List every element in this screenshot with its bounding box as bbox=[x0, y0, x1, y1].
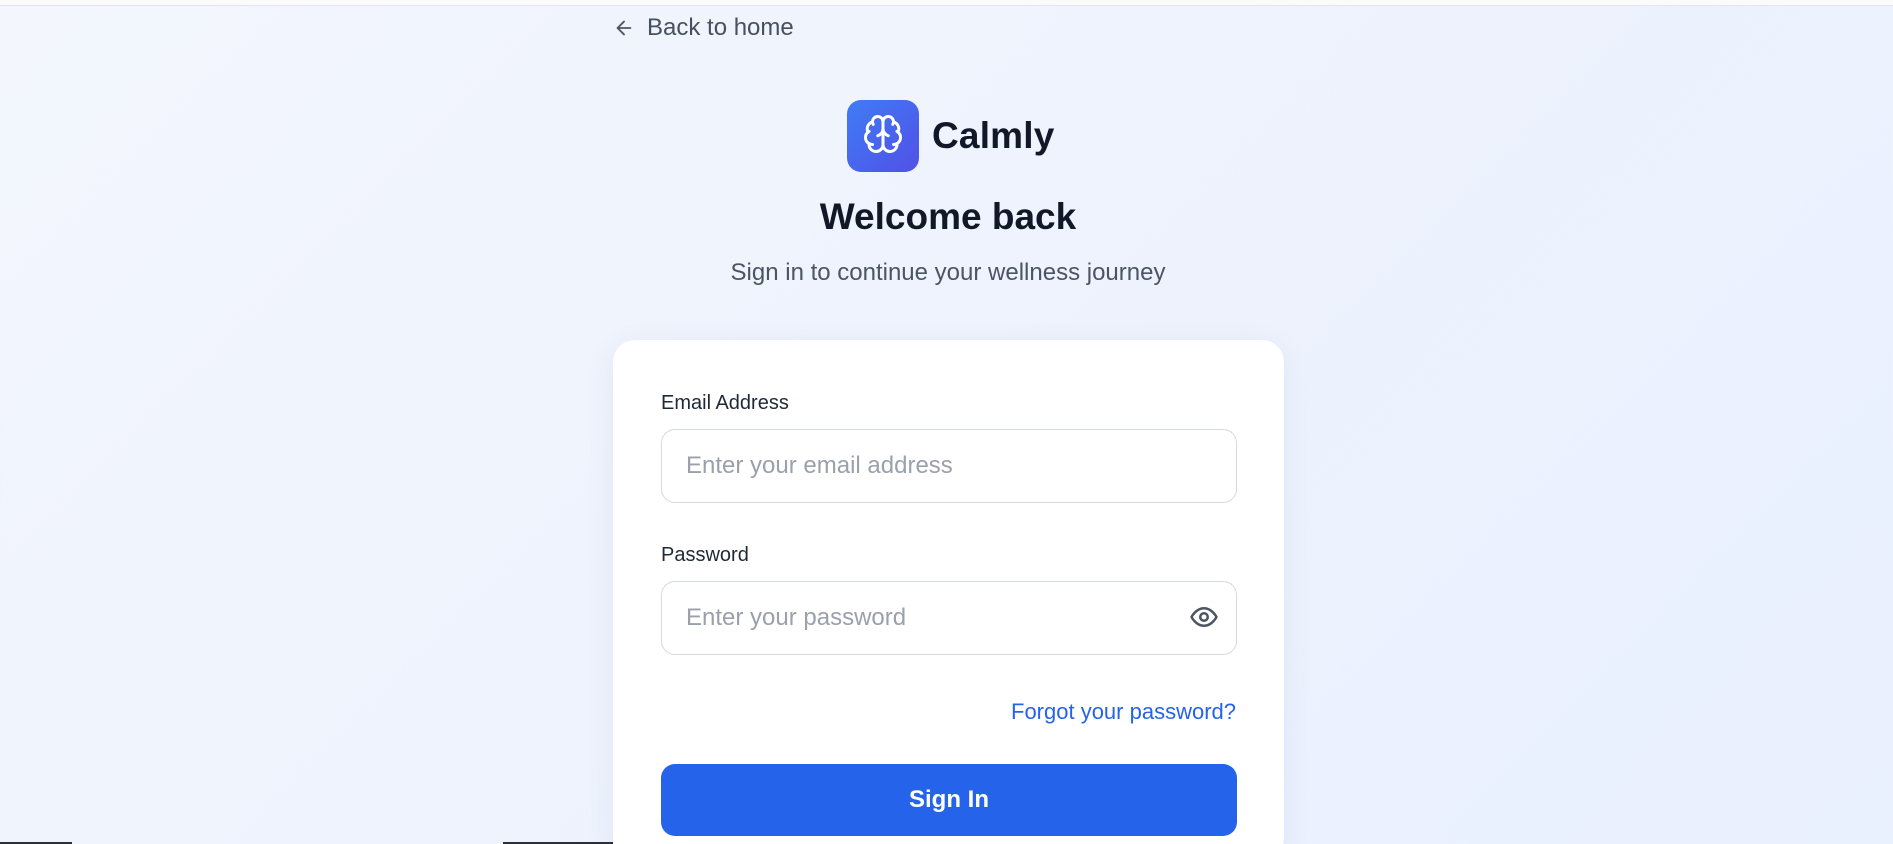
arrow-left-icon bbox=[613, 17, 635, 39]
logo bbox=[847, 100, 919, 172]
back-link-label: Back to home bbox=[647, 14, 794, 41]
email-input[interactable] bbox=[662, 430, 1236, 502]
page-title: Welcome back bbox=[819, 196, 1077, 237]
password-label: Password bbox=[661, 544, 749, 566]
brand-header: Calmly bbox=[847, 100, 1055, 172]
brand-name: Calmly bbox=[932, 115, 1055, 156]
sign-in-button[interactable]: Sign In bbox=[661, 764, 1237, 836]
password-input[interactable] bbox=[662, 582, 1236, 654]
email-field-wrapper bbox=[661, 429, 1237, 503]
sign-in-card: Email Address Password Forgot your passw… bbox=[613, 340, 1284, 844]
back-to-home-link[interactable]: Back to home bbox=[613, 14, 794, 42]
forgot-password-link[interactable]: Forgot your password? bbox=[1011, 699, 1236, 725]
browser-top-border bbox=[0, 0, 1893, 6]
email-label: Email Address bbox=[661, 392, 789, 414]
page-subtitle: Sign in to continue your wellness journe… bbox=[730, 259, 1166, 286]
brain-icon bbox=[862, 113, 904, 160]
show-password-toggle[interactable] bbox=[1188, 604, 1220, 634]
password-field-wrapper bbox=[661, 581, 1237, 655]
eye-icon bbox=[1189, 602, 1219, 637]
